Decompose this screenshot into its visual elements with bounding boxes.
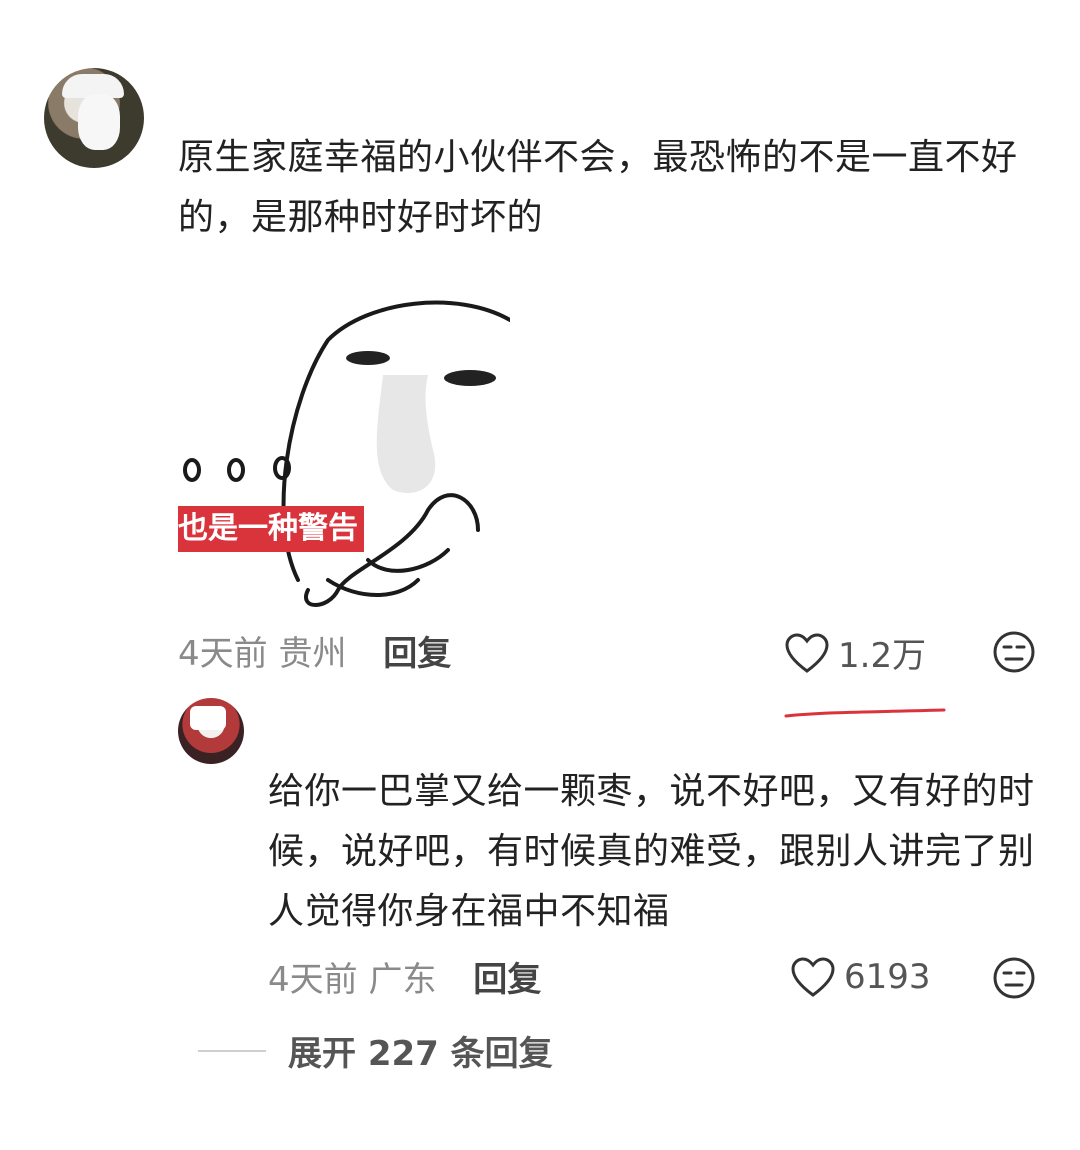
reply-text: 给你一巴掌又给一颗枣，说不好吧，又有好的时候，说好吧，有时候真的难受，跟别人讲完…: [268, 771, 1035, 932]
reply-button[interactable]: 回复: [383, 634, 451, 674]
commenter-avatar[interactable]: [44, 68, 144, 168]
heart-icon: [785, 632, 829, 673]
reply-like-count: 6193: [844, 957, 931, 997]
like-button[interactable]: 1.2万: [784, 628, 926, 677]
reply-like-button[interactable]: 6193: [790, 956, 931, 998]
divider-line: [198, 1049, 266, 1052]
expand-replies[interactable]: 展开 227 条回复: [198, 1026, 553, 1075]
sticker-caption: 也是一种警告: [178, 506, 364, 552]
comment-location: 贵州: [278, 634, 347, 674]
reply-reply-button[interactable]: 回复: [473, 960, 541, 1000]
heart-icon: [791, 957, 835, 997]
reply-location: 广东: [368, 960, 437, 1000]
comment-time: 4天前: [178, 634, 268, 674]
red-underline-mark: [784, 708, 946, 718]
dislike-face-icon[interactable]: [992, 630, 1036, 674]
expand-replies-label[interactable]: 展开 227 条回复: [288, 1026, 553, 1075]
reply-avatar[interactable]: [178, 698, 244, 764]
reply-meta: 4天前 广东 回复: [268, 952, 541, 1001]
meme-drawing: [183, 300, 510, 607]
comment-text: 原生家庭幸福的小伙伴不会，最恐怖的不是一直不好的，是那种时好时坏的: [178, 137, 1018, 238]
sticker-image[interactable]: 也是一种警告: [178, 280, 510, 610]
dislike-face-icon[interactable]: [992, 956, 1036, 1000]
reply-time: 4天前: [268, 960, 358, 1000]
like-count: 1.2万: [838, 636, 927, 676]
comment-meta: 4天前 贵州 回复: [178, 626, 451, 675]
